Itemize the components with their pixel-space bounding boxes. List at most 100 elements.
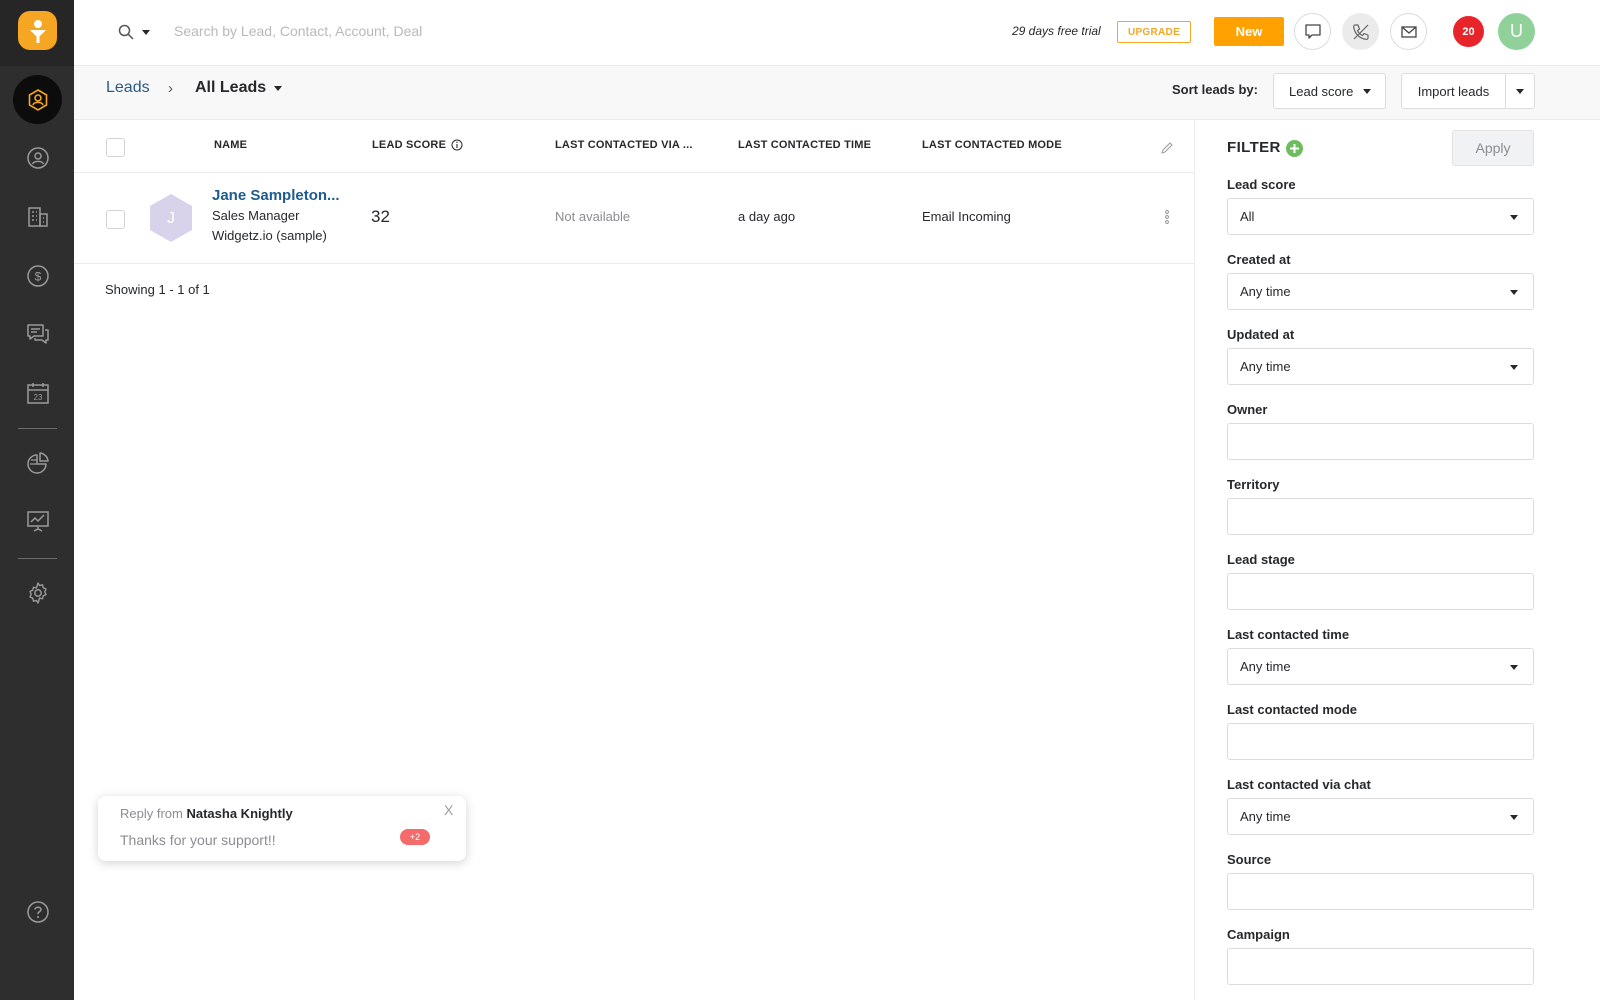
notification-badge[interactable]: 20 (1453, 16, 1484, 47)
import-leads-button[interactable]: Import leads (1401, 73, 1506, 109)
last-contacted-mode-value: Email Incoming (922, 209, 1011, 224)
view-selector[interactable]: All Leads (195, 79, 283, 97)
sidebar-item-deals[interactable]: $ (13, 251, 62, 300)
chevron-down-icon (274, 85, 283, 91)
filter-campaign-field[interactable] (1227, 948, 1534, 985)
chevron-down-icon (1510, 665, 1518, 670)
trial-text: 29 days free trial (1012, 24, 1101, 38)
info-icon[interactable] (451, 139, 463, 151)
filter-label-last-contacted-mode: Last contacted mode (1227, 702, 1358, 717)
svg-text:$: $ (34, 269, 41, 283)
search-icon (118, 24, 134, 40)
svg-text:23: 23 (33, 393, 42, 402)
filter-label-last-contacted-via-chat: Last contacted via chat (1227, 777, 1371, 792)
edit-columns-icon[interactable] (1160, 141, 1174, 155)
mail-icon (1400, 25, 1417, 38)
toast-close-icon[interactable]: X (444, 802, 453, 818)
filter-last-contacted-time-value: Any time (1240, 659, 1291, 674)
sidebar-item-settings[interactable] (13, 568, 62, 617)
calendar-icon: 23 (26, 382, 49, 404)
chevron-down-icon (1363, 88, 1372, 94)
email-button[interactable] (1390, 13, 1427, 50)
chevron-down-icon (1510, 365, 1518, 370)
filter-last-contacted-via-chat-select[interactable]: Any time (1227, 798, 1534, 835)
analytics-icon (26, 510, 49, 532)
filter-owner-field[interactable] (1227, 423, 1534, 460)
row-checkbox[interactable] (106, 210, 125, 229)
help-icon (26, 900, 49, 923)
filter-lead-stage-field[interactable] (1227, 573, 1534, 610)
filter-created-at-value: Any time (1240, 284, 1291, 299)
search-input[interactable] (174, 17, 594, 45)
column-header-lead-score[interactable]: LEAD SCORE (372, 139, 463, 151)
sidebar-item-contacts[interactable] (13, 133, 62, 182)
filter-last-contacted-time-select[interactable]: Any time (1227, 648, 1534, 685)
filter-last-contacted-via-chat-value: Any time (1240, 809, 1291, 824)
add-filter-button[interactable] (1286, 140, 1303, 157)
sort-label: Sort leads by: (1172, 82, 1258, 97)
chevron-down-icon (1510, 815, 1518, 820)
lead-name-link[interactable]: Jane Sampleton... (212, 187, 340, 204)
plus-icon (1290, 144, 1299, 153)
filter-label-last-contacted-time: Last contacted time (1227, 627, 1350, 642)
sidebar-item-reports[interactable] (13, 438, 62, 487)
settings-icon (28, 581, 47, 604)
sidebar-item-analytics[interactable] (13, 496, 62, 545)
filter-label-created-at: Created at (1227, 252, 1291, 267)
filter-source-field[interactable] (1227, 873, 1534, 910)
breadcrumb-separator: › (168, 80, 173, 97)
sidebar-divider (18, 428, 57, 429)
lead-avatar-initial: J (167, 210, 175, 227)
column-header-last-contacted-mode[interactable]: LAST CONTACTED MODE (922, 139, 1062, 151)
sort-select[interactable]: Lead score (1273, 73, 1386, 109)
toast-count-badge: +2 (400, 829, 430, 845)
import-options-button[interactable] (1505, 73, 1535, 109)
filter-title: FILTER (1227, 139, 1281, 156)
column-header-last-contacted-time[interactable]: LAST CONTACTED TIME (738, 139, 871, 151)
toast-header: Reply from Natasha Knightly (120, 806, 293, 821)
sidebar-divider (18, 558, 57, 559)
sidebar-item-accounts[interactable] (13, 192, 62, 241)
chevron-down-icon (1516, 88, 1524, 94)
filter-label-lead-score: Lead score (1227, 177, 1296, 192)
deals-icon: $ (26, 264, 49, 287)
column-header-name[interactable]: NAME (214, 139, 247, 151)
filter-updated-at-select[interactable]: Any time (1227, 348, 1534, 385)
search-scope-button[interactable] (118, 20, 158, 44)
filter-created-at-select[interactable]: Any time (1227, 273, 1534, 310)
sort-select-value: Lead score (1289, 83, 1354, 99)
sidebar-item-help[interactable] (13, 887, 62, 936)
lead-company: Widgetz.io (sample) (212, 228, 327, 243)
lead-avatar: J (150, 194, 192, 242)
filter-label-source: Source (1227, 852, 1272, 867)
filter-last-contacted-mode-field[interactable] (1227, 723, 1534, 760)
sidebar-item-conversations[interactable] (13, 309, 62, 358)
sidebar: $ 23 (0, 0, 74, 1000)
accounts-icon (27, 206, 48, 227)
new-button[interactable]: New (1214, 17, 1284, 46)
contacts-icon (26, 146, 49, 169)
reports-icon (26, 451, 49, 474)
select-all-checkbox[interactable] (106, 138, 125, 157)
row-actions-icon[interactable] (1163, 209, 1171, 225)
sidebar-item-calendar[interactable]: 23 (13, 368, 62, 417)
column-header-last-contacted-via[interactable]: LAST CONTACTED VIA ... (555, 139, 693, 151)
filter-label-owner: Owner (1227, 402, 1268, 417)
last-contacted-time-value: a day ago (738, 209, 796, 224)
user-avatar[interactable]: U (1498, 13, 1535, 50)
sidebar-item-leads[interactable] (13, 75, 62, 124)
phone-button[interactable] (1342, 13, 1379, 50)
app-logo[interactable] (18, 11, 57, 50)
upgrade-button[interactable]: UPGRADE (1117, 21, 1191, 43)
filter-territory-field[interactable] (1227, 498, 1534, 535)
lead-score-value: 32 (371, 207, 390, 226)
view-selector-label: All Leads (195, 79, 267, 96)
chat-button[interactable] (1294, 13, 1331, 50)
breadcrumb-leads[interactable]: Leads (106, 79, 150, 97)
filter-lead-score-select[interactable]: All (1227, 198, 1534, 235)
chevron-down-icon (1510, 290, 1518, 295)
toast-prefix: Reply from (120, 806, 183, 821)
chevron-down-icon (1510, 215, 1518, 220)
apply-filter-button[interactable]: Apply (1452, 130, 1534, 166)
chevron-down-icon (142, 29, 150, 35)
